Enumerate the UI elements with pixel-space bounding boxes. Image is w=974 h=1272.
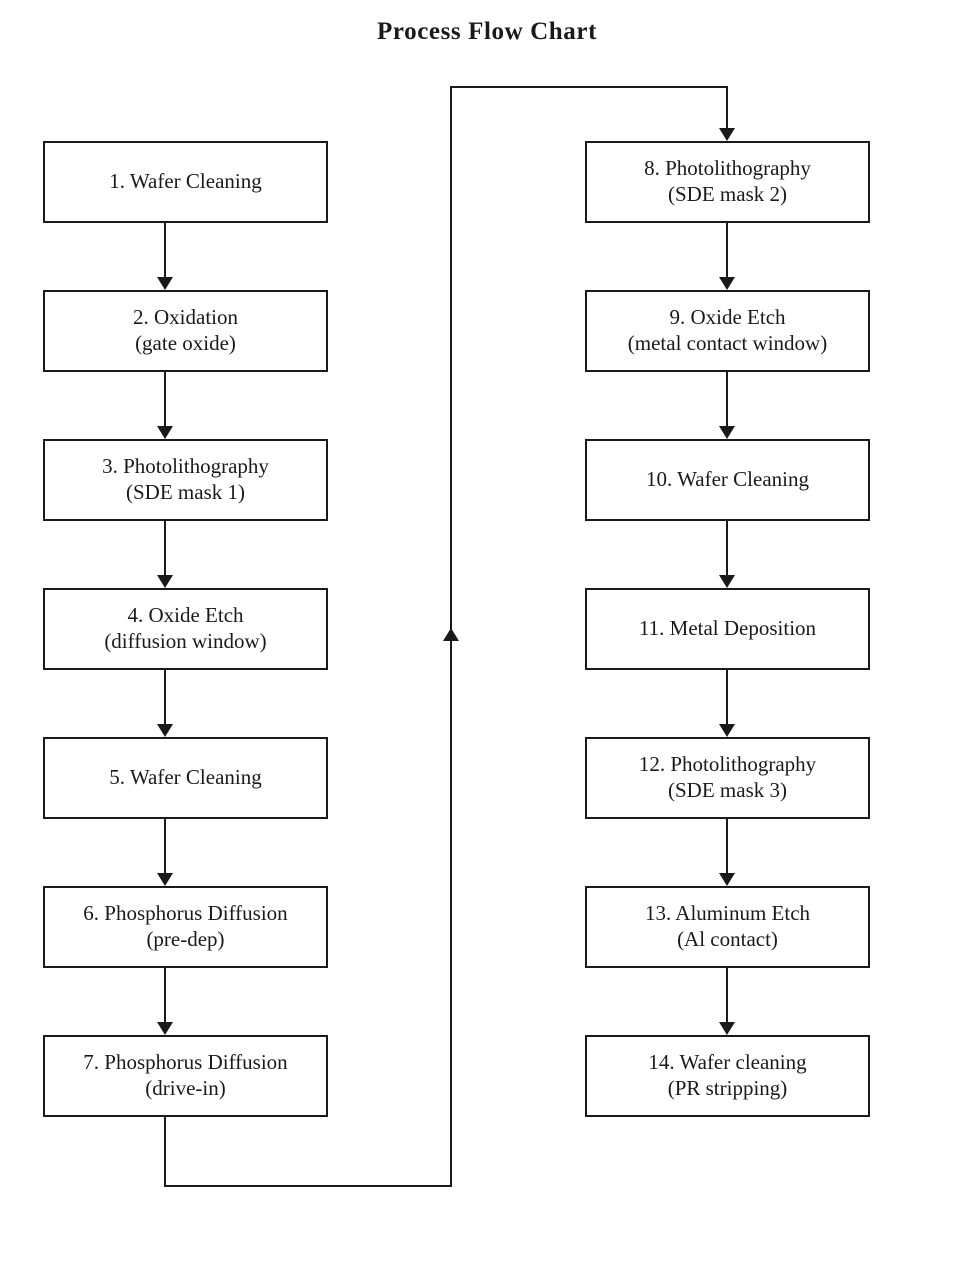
flow-node-label-secondary: (Al contact) [677,927,778,951]
edge-8-to-9-line [726,223,728,277]
edge-7-to-8-segment-bottom [164,1185,452,1187]
edge-12-to-13-line [726,819,728,873]
edge-2-to-3-line [164,372,166,426]
flow-node-step-10[interactable]: 10. Wafer Cleaning [585,439,870,521]
flow-node-label-secondary: (pre-dep) [146,927,225,951]
flow-node-label-secondary: (SDE mask 3) [668,778,787,802]
flow-node-label-primary: 12. Photolithography [638,752,817,777]
flow-node-label-primary: 9. Oxide Etch [669,305,786,330]
edge-2-to-3-arrowhead [157,426,173,439]
flow-node-label-primary: 3. Photolithography [102,454,269,479]
edge-1-to-2-line [164,223,166,277]
edge-12-to-13-arrowhead [719,873,735,886]
edge-9-to-10-arrowhead [719,426,735,439]
edge-7-to-8-segment-down [164,1117,166,1187]
flow-node-step-8[interactable]: 8. Photolithography (SDE mask 2) [585,141,870,223]
flow-node-label-primary: 1. Wafer Cleaning [109,169,262,194]
flow-node-step-1[interactable]: 1. Wafer Cleaning [43,141,328,223]
edge-5-to-6-arrowhead [157,873,173,886]
edge-10-to-11-line [726,521,728,575]
flow-node-label-secondary: (gate oxide) [135,331,236,355]
flow-node-step-12[interactable]: 12. Photolithography (SDE mask 3) [585,737,870,819]
edge-6-to-7-arrowhead [157,1022,173,1035]
edge-7-to-8-segment-top [450,86,728,88]
flow-node-label-primary: 10. Wafer Cleaning [646,467,809,492]
flow-node-step-2[interactable]: 2. Oxidation (gate oxide) [43,290,328,372]
flow-node-label-primary: 2. Oxidation [133,305,238,330]
flow-node-step-7[interactable]: 7. Phosphorus Diffusion (drive-in) [43,1035,328,1117]
flow-node-step-5[interactable]: 5. Wafer Cleaning [43,737,328,819]
flow-node-step-4[interactable]: 4. Oxide Etch (diffusion window) [43,588,328,670]
flow-node-step-14[interactable]: 14. Wafer cleaning (PR stripping) [585,1035,870,1117]
edge-8-to-9-arrowhead [719,277,735,290]
edge-10-to-11-arrowhead [719,575,735,588]
flow-node-label-primary: 6. Phosphorus Diffusion [83,901,288,926]
edge-11-to-12-arrowhead [719,724,735,737]
edge-13-to-14-arrowhead [719,1022,735,1035]
flow-node-label-primary: 4. Oxide Etch [127,603,244,628]
edge-5-to-6-line [164,819,166,873]
flow-node-label-secondary: (PR stripping) [667,1076,788,1100]
edge-9-to-10-line [726,372,728,426]
edge-4-to-5-arrowhead [157,724,173,737]
edge-3-to-4-arrowhead [157,575,173,588]
flow-node-label-secondary: (diffusion window) [104,629,267,653]
edge-6-to-7-line [164,968,166,1022]
flow-node-step-13[interactable]: 13. Aluminum Etch (Al contact) [585,886,870,968]
flow-node-label-primary: 7. Phosphorus Diffusion [83,1050,288,1075]
edge-11-to-12-line [726,670,728,724]
flow-node-label-primary: 11. Metal Deposition [638,616,817,641]
flow-node-step-11[interactable]: 11. Metal Deposition [585,588,870,670]
edge-3-to-4-line [164,521,166,575]
process-flow-chart-canvas: Process Flow Chart 1. Wafer Cleaning 2. … [0,0,974,1272]
flow-node-label-secondary: (SDE mask 1) [126,480,245,504]
flow-node-label-primary: 5. Wafer Cleaning [109,765,262,790]
edge-1-to-2-arrowhead [157,277,173,290]
edge-4-to-5-line [164,670,166,724]
flow-node-label-secondary: (drive-in) [145,1076,226,1100]
edge-13-to-14-line [726,968,728,1022]
edge-7-to-8-arrowhead-up [443,628,459,641]
flow-node-step-9[interactable]: 9. Oxide Etch (metal contact window) [585,290,870,372]
flow-node-label-secondary: (metal contact window) [627,331,828,355]
flow-node-step-3[interactable]: 3. Photolithography (SDE mask 1) [43,439,328,521]
flow-node-step-6[interactable]: 6. Phosphorus Diffusion (pre-dep) [43,886,328,968]
flow-node-label-primary: 13. Aluminum Etch [644,901,811,926]
edge-7-to-8-segment-entry [726,86,728,128]
page-title: Process Flow Chart [376,18,598,45]
edge-7-to-8-arrowhead-down [719,128,735,141]
flow-node-label-primary: 8. Photolithography [644,156,811,181]
flow-node-label-primary: 14. Wafer cleaning [648,1050,807,1075]
flow-node-label-secondary: (SDE mask 2) [668,182,787,206]
